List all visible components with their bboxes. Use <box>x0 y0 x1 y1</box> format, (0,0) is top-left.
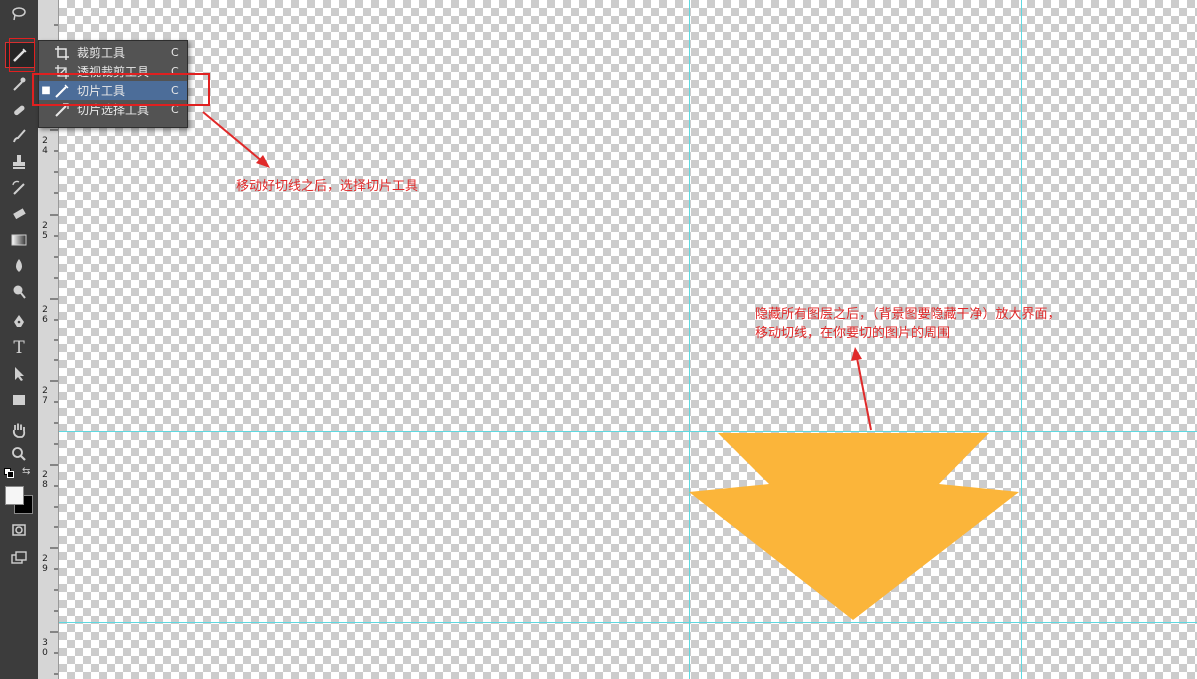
type-tool-icon: T <box>13 338 25 358</box>
dodge-tool[interactable] <box>5 280 33 304</box>
blur-tool-icon <box>16 259 22 272</box>
slice-tool-menu-highlight-box <box>32 73 210 106</box>
annotation-note-hide-layers-line2: 移动切线，在你要切的图片的周围 <box>755 326 951 341</box>
quick-mask-button[interactable] <box>5 518 33 542</box>
rectangle-tool-icon <box>13 395 25 405</box>
eraser-tool[interactable] <box>5 202 33 226</box>
hand-tool-icon <box>12 423 26 438</box>
eyedropper-tool-icon <box>13 77 26 91</box>
lasso-tool-icon <box>12 7 26 21</box>
clone-stamp-tool-icon <box>13 155 25 169</box>
healing-brush-tool[interactable] <box>5 98 33 122</box>
eyedropper-tool[interactable] <box>5 72 33 96</box>
zoom-tool-icon <box>12 447 26 461</box>
gradient-tool-icon <box>11 234 27 246</box>
brush-tool[interactable] <box>5 124 33 148</box>
slice-tool-highlight-box <box>9 38 35 72</box>
blur-tool[interactable] <box>5 254 33 278</box>
type-tool[interactable]: T <box>5 336 33 360</box>
path-selection-tool[interactable] <box>5 362 33 386</box>
dodge-tool-icon <box>13 285 26 299</box>
gradient-tool[interactable] <box>5 228 33 252</box>
quick-mask-icon <box>12 524 26 536</box>
flyout-item-label: 裁剪工具 <box>77 46 126 60</box>
screen-mode-icon <box>11 551 27 564</box>
flyout-item-shortcut: C <box>171 46 179 59</box>
brush-tool-icon <box>13 129 26 143</box>
eraser-tool-icon <box>13 208 26 220</box>
pen-tool[interactable] <box>5 310 33 334</box>
annotation-note-select-slice-tool: 移动好切线之后，选择切片工具 <box>236 179 419 194</box>
arrow-shape-layer <box>689 433 1019 620</box>
path-selection-tool-icon <box>15 367 24 381</box>
document-canvas[interactable] <box>59 0 1197 679</box>
pen-tool-icon <box>14 315 24 327</box>
rectangle-tool[interactable] <box>5 388 33 412</box>
foreground-color-swatch[interactable] <box>5 486 24 505</box>
flyout-item-crop-tool[interactable]: 裁剪工具 C <box>39 43 187 62</box>
history-brush-tool-icon <box>12 180 25 195</box>
clone-stamp-tool[interactable] <box>5 150 33 174</box>
hand-tool[interactable] <box>5 418 33 442</box>
lasso-tool[interactable] <box>5 2 33 26</box>
crop-icon <box>55 45 69 60</box>
zoom-tool[interactable] <box>5 442 33 466</box>
healing-brush-tool-icon <box>14 105 25 116</box>
annotation-note-hide-layers-line1: 隐藏所有图层之后，（背景图要隐藏干净）放大界面， <box>755 307 1061 322</box>
history-brush-tool[interactable] <box>5 176 33 200</box>
default-colors-icon[interactable] <box>4 468 14 478</box>
screen-mode-button[interactable] <box>5 546 33 570</box>
swap-colors-icon[interactable]: ⇆ <box>22 466 30 477</box>
orange-arrow-shape <box>689 433 1019 620</box>
